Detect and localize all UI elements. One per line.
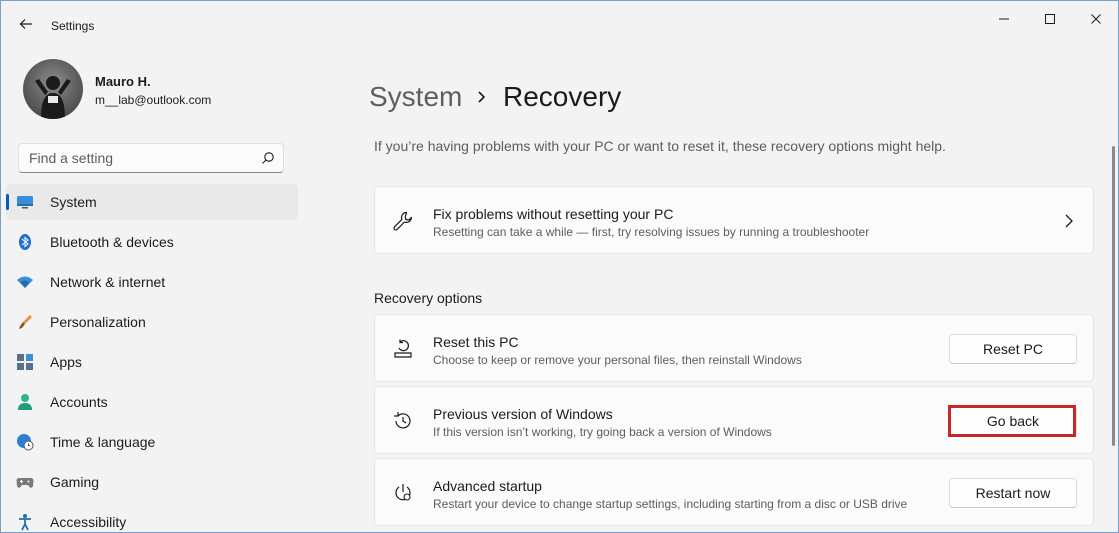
sidebar-item-apps[interactable]: Apps <box>6 344 298 380</box>
sidebar-item-label: Apps <box>50 354 82 370</box>
card-title: Advanced startup <box>433 478 542 494</box>
reset-pc-icon <box>391 337 415 361</box>
chevron-right-icon <box>1065 214 1073 228</box>
restart-now-button[interactable]: Restart now <box>949 478 1077 508</box>
card-subtitle: Resetting can take a while — first, try … <box>433 225 870 239</box>
sidebar-item-label: Network & internet <box>50 274 166 290</box>
globe-clock-icon <box>16 433 34 451</box>
sidebar-item-system[interactable]: System <box>6 184 298 220</box>
sidebar-item-accounts[interactable]: Accounts <box>6 384 298 420</box>
sidebar-item-label: Accessibility <box>50 514 127 530</box>
advanced-startup-icon <box>391 481 415 505</box>
reset-pc-button[interactable]: Reset PC <box>949 334 1077 364</box>
active-indicator <box>6 194 9 210</box>
card-subtitle: If this version isn’t working, try going… <box>433 425 772 439</box>
person-icon <box>16 393 34 411</box>
sidebar-item-label: Bluetooth & devices <box>50 234 174 250</box>
minimize-icon <box>999 18 1009 20</box>
sidebar-item-bluetooth[interactable]: Bluetooth & devices <box>6 224 298 260</box>
scrollbar[interactable] <box>1112 146 1115 446</box>
sidebar-item-personalization[interactable]: Personalization <box>6 304 298 340</box>
reset-pc-card: Reset this PC Choose to keep or remove y… <box>374 314 1094 382</box>
advanced-startup-card: Advanced startup Restart your device to … <box>374 458 1094 526</box>
sidebar-item-network[interactable]: Network & internet <box>6 264 298 300</box>
user-email: m__lab@outlook.com <box>95 93 212 107</box>
sidebar-item-label: System <box>50 194 97 210</box>
minimize-button[interactable] <box>981 7 1027 31</box>
sidebar-item-time-language[interactable]: Time & language <box>6 424 298 460</box>
page-title: Recovery <box>503 81 622 112</box>
close-icon <box>1091 14 1101 24</box>
search-input[interactable] <box>19 144 269 172</box>
sidebar-nav: System Bluetooth & devices Network & int… <box>6 184 298 532</box>
previous-version-card: Previous version of Windows If this vers… <box>374 386 1094 454</box>
sidebar-item-label: Time & language <box>50 434 156 450</box>
go-back-button[interactable]: Go back <box>949 406 1077 436</box>
sidebar-item-label: Gaming <box>50 474 100 490</box>
card-title: Reset this PC <box>433 334 519 350</box>
page-description: If you’re having problems with your PC o… <box>374 138 946 154</box>
avatar[interactable] <box>23 59 83 119</box>
apps-icon <box>16 353 34 371</box>
search-icon[interactable] <box>261 151 275 165</box>
breadcrumb-parent[interactable]: System <box>369 81 462 113</box>
card-subtitle: Choose to keep or remove your personal f… <box>433 353 802 367</box>
search-box <box>18 143 284 173</box>
maximize-icon <box>1045 14 1055 24</box>
history-icon <box>391 409 415 433</box>
sidebar-item-label: Accounts <box>50 394 108 410</box>
section-title: Recovery options <box>374 290 483 306</box>
system-icon <box>16 193 34 211</box>
gamepad-icon <box>16 473 34 491</box>
sidebar-item-accessibility[interactable]: Accessibility <box>6 504 298 532</box>
card-title: Fix problems without resetting your PC <box>433 206 674 222</box>
accessibility-icon <box>16 513 34 531</box>
user-name: Mauro H. <box>95 74 151 89</box>
title-bar: Settings <box>1 1 1118 49</box>
card-subtitle: Restart your device to change startup se… <box>433 497 908 511</box>
fix-problems-card[interactable]: Fix problems without resetting your PC R… <box>374 186 1094 254</box>
sidebar-item-gaming[interactable]: Gaming <box>6 464 298 500</box>
card-title: Previous version of Windows <box>433 406 613 422</box>
close-button[interactable] <box>1073 7 1118 31</box>
chevron-right-icon <box>478 91 486 103</box>
app-title: Settings <box>51 19 95 33</box>
back-arrow-icon <box>19 19 32 29</box>
wrench-icon <box>391 209 415 233</box>
sidebar-item-label: Personalization <box>50 314 146 330</box>
back-button[interactable] <box>13 11 39 37</box>
maximize-button[interactable] <box>1027 7 1073 31</box>
brush-icon <box>16 313 34 331</box>
settings-window: Settings Mauro H. m__lab@outlook.com Fin… <box>0 0 1119 533</box>
avatar-picture <box>35 76 71 119</box>
bluetooth-icon <box>16 233 34 251</box>
wifi-icon <box>16 273 34 291</box>
